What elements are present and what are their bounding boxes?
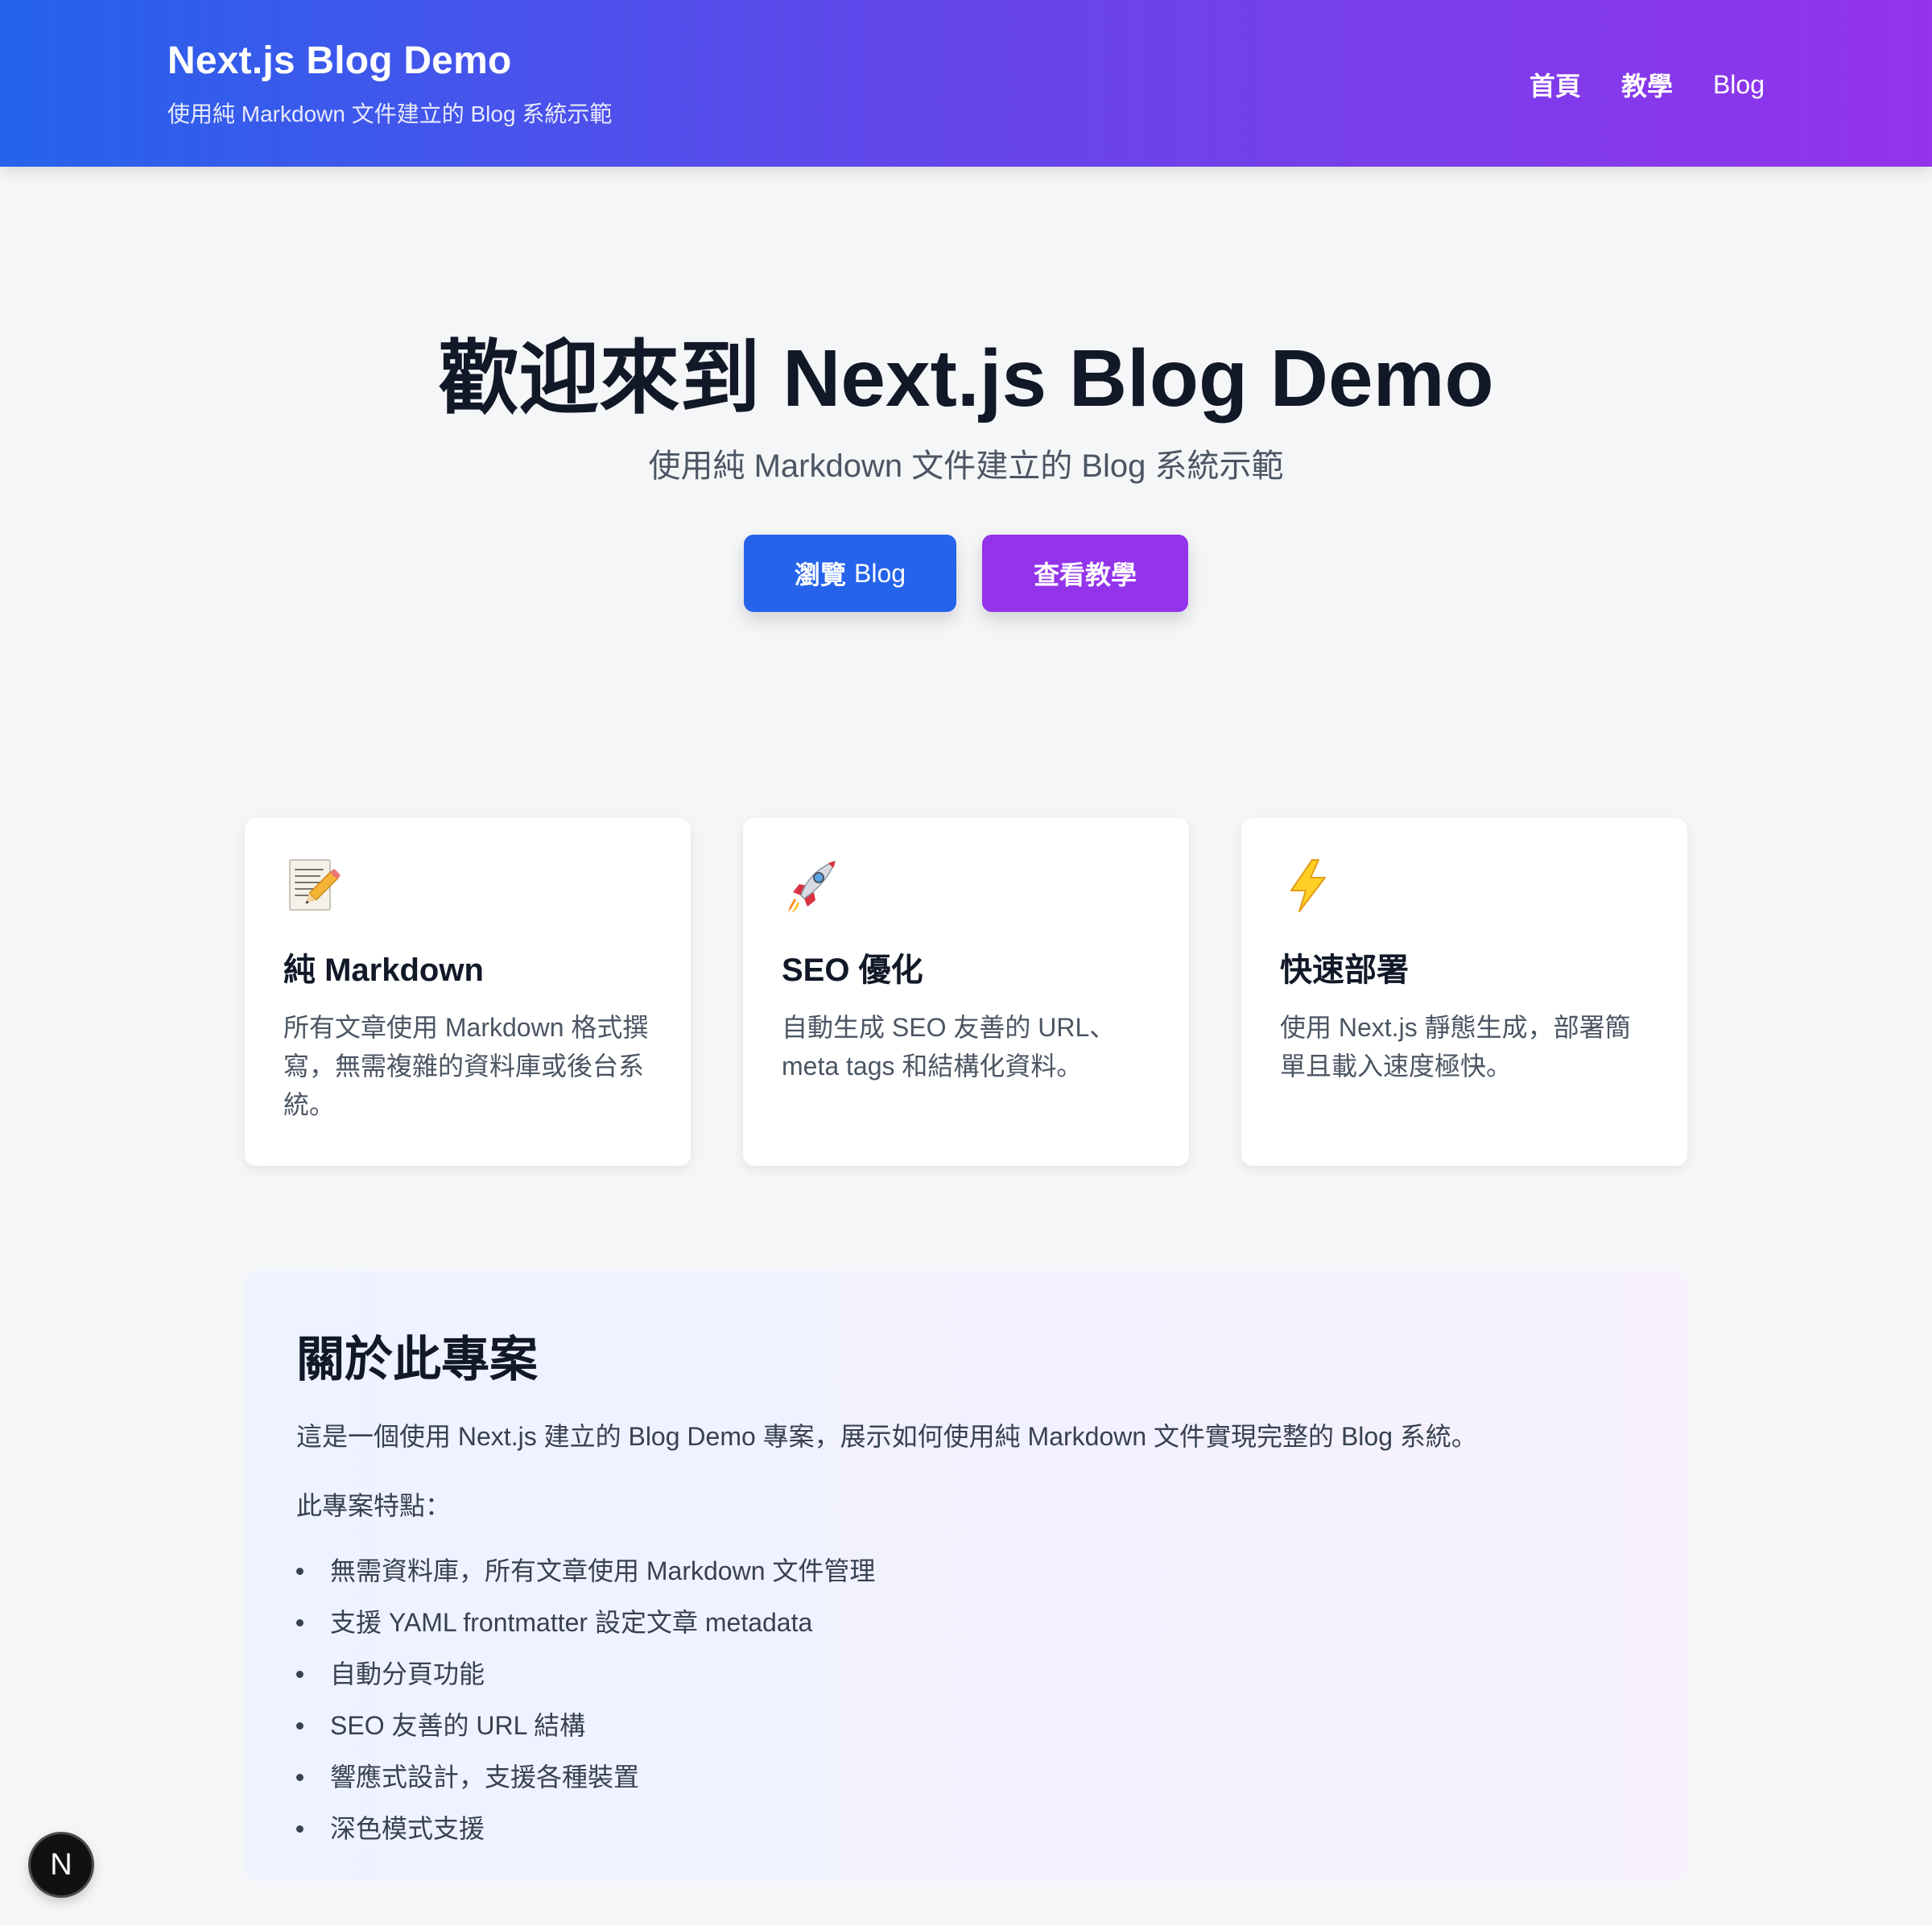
about-section: 關於此專案 這是一個使用 Next.js 建立的 Blog Demo 專案，展示… — [245, 1271, 1687, 1881]
main-nav: 首頁 教學 Blog — [1530, 66, 1765, 103]
feature-title: SEO 優化 — [782, 953, 923, 988]
about-features-label: 此專案特點： — [296, 1491, 452, 1520]
list-item-text: 無需資料庫，所有文章使用 Markdown 文件管理 — [330, 1556, 876, 1585]
list-item: SEO 友善的 URL 結構 — [296, 1700, 1636, 1751]
list-item-text: 響應式設計，支援各種裝置 — [330, 1763, 640, 1792]
nextjs-logo-icon: N — [50, 1847, 72, 1882]
feature-title: 快速部署 — [1280, 953, 1409, 988]
browse-blog-label-suffix: Blog — [853, 558, 906, 588]
list-item: 自動分頁功能 — [296, 1648, 1636, 1700]
brand-subtitle: 使用純 Markdown 文件建立的 Blog 系統示範 — [167, 101, 613, 126]
bullet-icon — [296, 1671, 303, 1678]
bullet-icon — [296, 1722, 303, 1730]
nav-tutorial[interactable]: 教學 — [1621, 66, 1673, 103]
list-item-text: SEO 友善的 URL 結構 — [330, 1711, 586, 1740]
feature-cards: 純 Markdown 所有文章使用 Markdown 格式撰寫，無需複雜的資料庫… — [245, 818, 1687, 1166]
bullet-icon — [296, 1568, 303, 1575]
bullet-icon — [296, 1774, 303, 1781]
hero-subtitle: 使用純 Markdown 文件建立的 Blog 系統示範 — [648, 448, 1284, 484]
lightning-icon — [1290, 859, 1326, 912]
list-item: 響應式設計，支援各種裝置 — [296, 1751, 1636, 1803]
feature-card-markdown: 純 Markdown 所有文章使用 Markdown 格式撰寫，無需複雜的資料庫… — [245, 818, 691, 1166]
nav-blog[interactable]: Blog — [1713, 70, 1765, 100]
hero-actions: 瀏覽 Blog 查看教學 — [0, 535, 1932, 612]
list-item-text: 深色模式支援 — [330, 1814, 485, 1843]
brand-title[interactable]: Next.js Blog Demo — [167, 39, 511, 83]
about-description: 這是一個使用 Next.js 建立的 Blog Demo 專案，展示如何使用純 … — [296, 1422, 1477, 1451]
browse-blog-label-prefix: 瀏覽 — [794, 560, 846, 589]
memo-icon — [289, 859, 341, 911]
nextjs-dev-indicator-button[interactable]: N — [31, 1834, 92, 1895]
about-feature-list: 無需資料庫，所有文章使用 Markdown 文件管理 支援 YAML front… — [296, 1545, 1636, 1854]
nav-home[interactable]: 首頁 — [1530, 66, 1581, 103]
list-item: 無需資料庫，所有文章使用 Markdown 文件管理 — [296, 1545, 1636, 1597]
feature-description: 使用 Next.js 靜態生成，部署簡單且載入速度極快。 — [1280, 1013, 1631, 1081]
feature-description: 所有文章使用 Markdown 格式撰寫，無需複雜的資料庫或後台系統。 — [283, 1013, 649, 1119]
list-item-text: 支援 YAML frontmatter 設定文章 metadata — [330, 1608, 813, 1637]
about-title: 關於此專案 — [296, 1333, 538, 1387]
feature-card-deploy: 快速部署 使用 Next.js 靜態生成，部署簡單且載入速度極快。 — [1241, 818, 1687, 1166]
feature-title: 純 Markdown — [283, 953, 484, 988]
hero-title: 歡迎來到 Next.js Blog Demo — [438, 333, 1494, 424]
feature-description: 自動生成 SEO 友善的 URL、meta tags 和結構化資料。 — [782, 1013, 1116, 1081]
list-item: 深色模式支援 — [296, 1803, 1636, 1854]
view-tutorial-button[interactable]: 查看教學 — [982, 535, 1188, 612]
bullet-icon — [296, 1619, 303, 1626]
list-item: 支援 YAML frontmatter 設定文章 metadata — [296, 1597, 1636, 1648]
feature-card-seo: SEO 優化 自動生成 SEO 友善的 URL、meta tags 和結構化資料… — [743, 818, 1189, 1166]
rocket-icon — [788, 860, 836, 913]
site-header: Next.js Blog Demo 使用純 Markdown 文件建立的 Blo… — [0, 0, 1932, 167]
bullet-icon — [296, 1825, 303, 1833]
list-item-text: 自動分頁功能 — [330, 1659, 485, 1688]
browse-blog-button[interactable]: 瀏覽 Blog — [744, 535, 956, 612]
